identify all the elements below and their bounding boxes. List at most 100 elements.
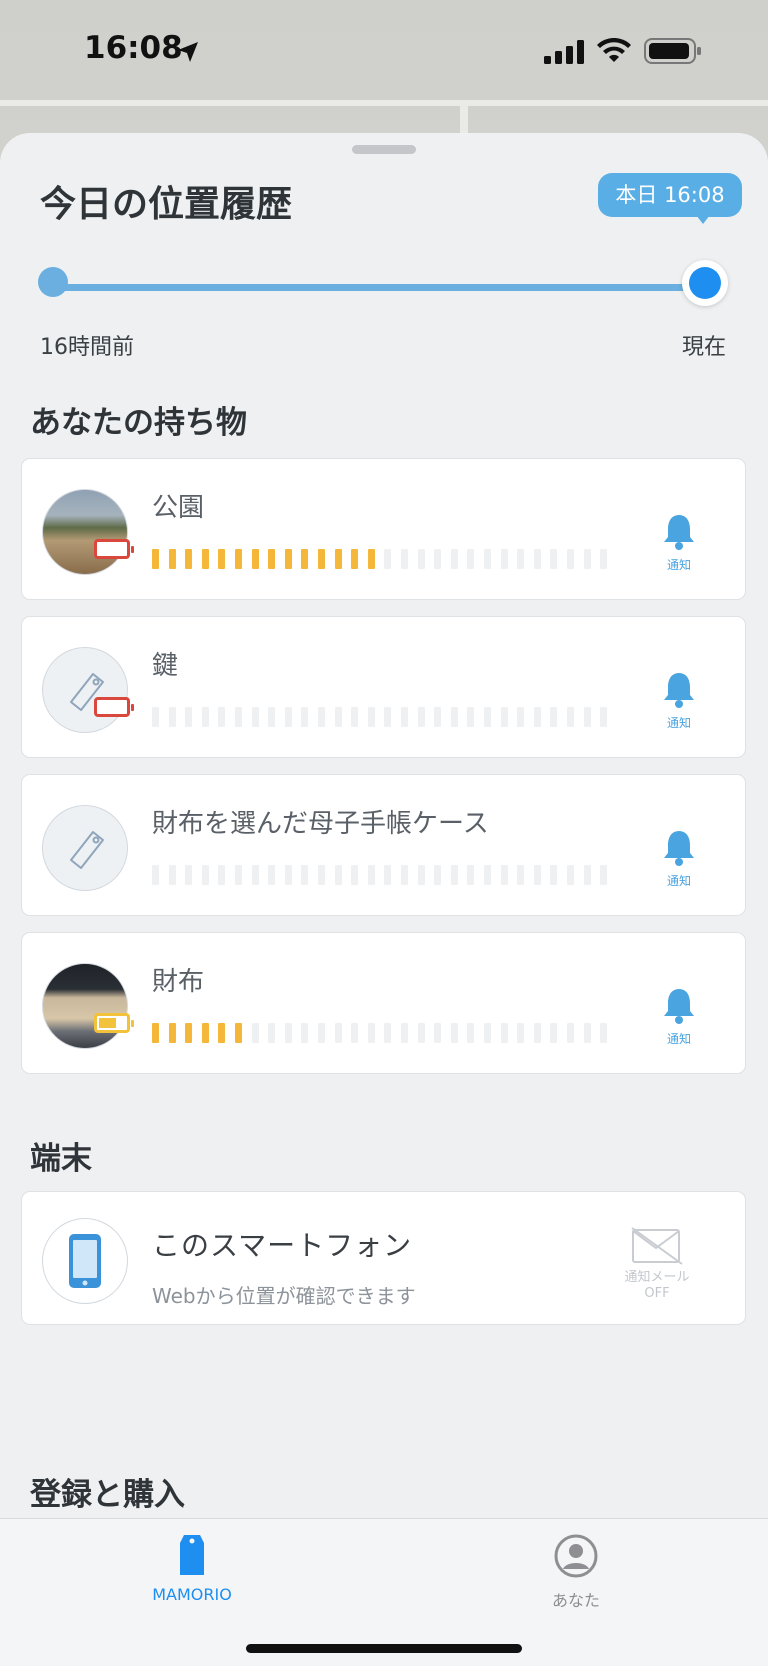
sheet-grabber[interactable] <box>352 145 416 154</box>
tab-you[interactable]: あなた <box>516 1533 636 1611</box>
bell-label: 通知 <box>666 874 691 888</box>
signal-bar <box>401 1023 408 1043</box>
item-name: 公園 <box>152 493 205 523</box>
tab-label: MAMORIO <box>152 1585 232 1604</box>
signal-bar <box>450 707 458 727</box>
signal-bar <box>533 707 541 727</box>
signal-bar <box>517 1023 525 1043</box>
item-name: 財布を選んだ母子手帳ケース <box>152 809 489 839</box>
notification-bell-button[interactable]: 通知 <box>654 985 704 1047</box>
wifi-icon <box>597 38 631 62</box>
device-name: このスマートフォン <box>152 1229 413 1262</box>
signal-bar <box>600 865 608 885</box>
mail-off-icon <box>631 1227 683 1265</box>
signal-bar <box>434 865 442 885</box>
signal-bar <box>185 549 193 569</box>
signal-bar <box>450 865 458 885</box>
signal-bar <box>533 549 541 569</box>
signal-bar <box>384 707 392 727</box>
battery-low-icon <box>94 539 134 559</box>
signal-history-bars <box>152 865 632 885</box>
item-photo <box>42 963 128 1049</box>
timeline-slider-handle[interactable] <box>682 260 728 306</box>
signal-bar <box>567 1023 574 1043</box>
signal-bar <box>218 549 226 569</box>
bell-label: 通知 <box>666 1032 691 1046</box>
item-card[interactable]: 公園 通知 <box>22 459 745 599</box>
timeline-slider-track[interactable] <box>54 284 708 291</box>
signal-bar <box>583 1023 591 1043</box>
mail-label: 通知メール <box>624 1270 690 1285</box>
mail-notification-toggle[interactable]: 通知メール OFF <box>624 1226 690 1302</box>
device-card[interactable]: このスマートフォン Webから位置が確認できます 通知メール OFF <box>22 1192 745 1324</box>
item-card[interactable]: 鍵 通知 <box>22 617 745 757</box>
signal-bar <box>318 1023 325 1043</box>
signal-bar <box>417 1023 425 1043</box>
signal-bar <box>367 707 375 727</box>
signal-bar <box>583 549 591 569</box>
signal-bar <box>268 549 276 569</box>
item-name: 鍵 <box>152 651 179 681</box>
signal-bar <box>467 1023 475 1043</box>
signal-bar <box>235 707 242 727</box>
belongings-section-title: あなたの持ち物 <box>30 405 247 441</box>
signal-bar <box>218 1023 226 1043</box>
bell-icon <box>664 515 694 550</box>
signal-bar <box>500 707 508 727</box>
item-card[interactable]: 財布を選んだ母子手帳ケース 通知 <box>22 775 745 915</box>
signal-bar <box>484 1023 491 1043</box>
item-avatar <box>42 647 128 733</box>
notification-bell-button[interactable]: 通知 <box>654 827 704 889</box>
notification-bell-button[interactable]: 通知 <box>654 511 704 573</box>
signal-bar <box>533 865 541 885</box>
signal-bar <box>168 549 176 569</box>
current-time-badge: 本日 16:08 <box>598 173 742 224</box>
signal-bar <box>284 707 292 727</box>
signal-bar <box>417 707 425 727</box>
signal-bar <box>185 707 193 727</box>
battery-icon <box>644 38 701 64</box>
item-name: 財布 <box>152 967 205 997</box>
signal-bar <box>284 549 292 569</box>
signal-bar <box>550 1023 558 1043</box>
signal-bar <box>268 1023 276 1043</box>
signal-bar <box>318 865 325 885</box>
signal-bar <box>567 865 574 885</box>
signal-bar <box>450 549 458 569</box>
signal-bar <box>583 707 591 727</box>
signal-bar <box>367 865 375 885</box>
history-title: 今日の位置履歴 <box>40 184 293 225</box>
signal-bar <box>367 1023 375 1043</box>
signal-bar <box>318 707 325 727</box>
signal-bar <box>152 707 159 727</box>
signal-bar <box>185 865 193 885</box>
item-card[interactable]: 財布 通知 <box>22 933 745 1073</box>
signal-bar <box>500 1023 508 1043</box>
signal-bar <box>517 865 525 885</box>
tag-tab-icon <box>180 1535 204 1575</box>
signal-bar <box>168 865 176 885</box>
signal-bar <box>417 865 425 885</box>
cellular-signal-icon <box>544 40 584 64</box>
notification-bell-button[interactable]: 通知 <box>654 669 704 731</box>
signal-bar <box>500 865 508 885</box>
bell-icon <box>664 989 694 1024</box>
signal-bar <box>417 549 425 569</box>
signal-bar <box>367 549 375 569</box>
tab-mamorio[interactable]: MAMORIO <box>132 1533 252 1604</box>
home-indicator <box>246 1644 522 1653</box>
signal-bar <box>600 1023 608 1043</box>
signal-bar <box>251 707 259 727</box>
signal-bar <box>401 865 408 885</box>
signal-bar <box>384 549 392 569</box>
status-bar: 16:08 <box>0 0 768 105</box>
bell-label: 通知 <box>666 558 691 572</box>
signal-bar <box>218 865 226 885</box>
slider-end-label: 現在 <box>682 335 727 360</box>
signal-bar <box>351 1023 359 1043</box>
signal-bar <box>567 707 574 727</box>
signal-bar <box>334 1023 342 1043</box>
signal-bar <box>351 707 359 727</box>
signal-bar <box>434 1023 442 1043</box>
bell-icon <box>664 673 694 708</box>
